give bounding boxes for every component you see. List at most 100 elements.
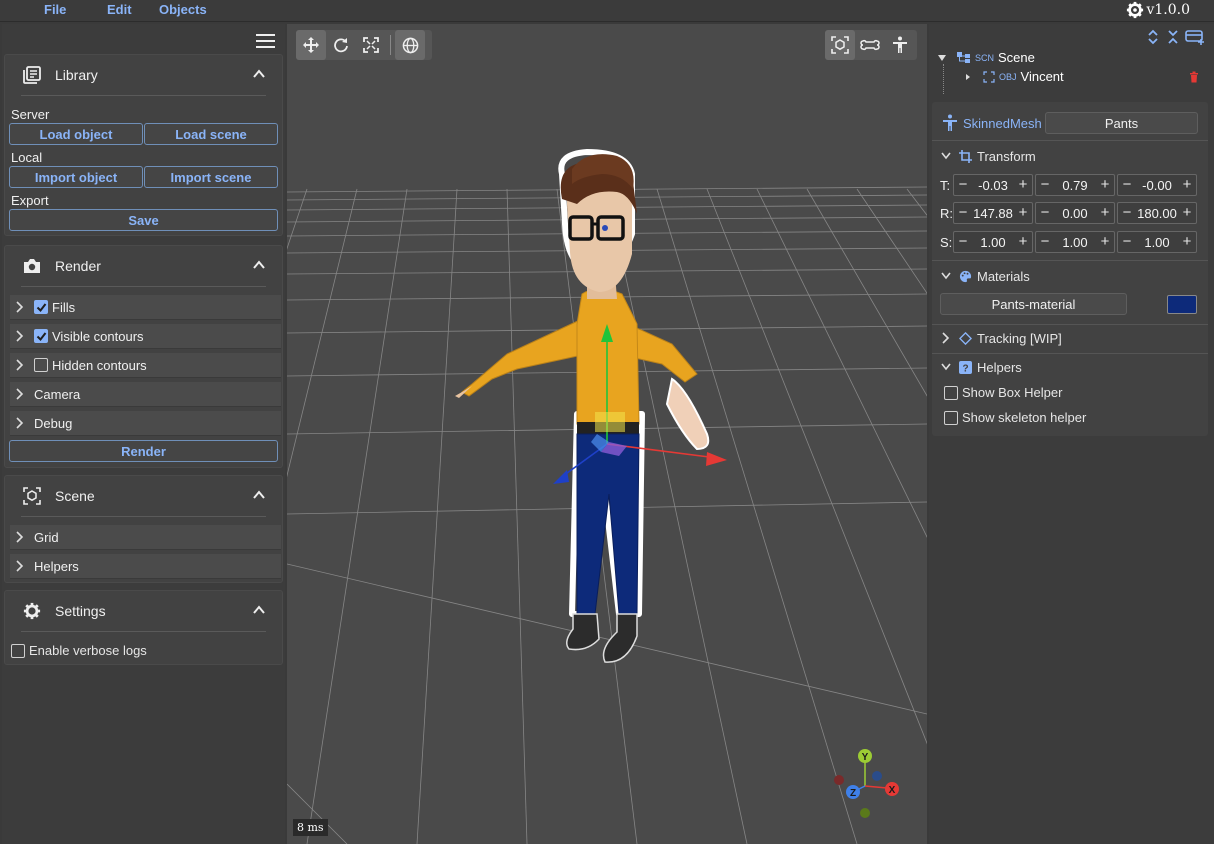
increment-icon[interactable]: + xyxy=(1099,204,1111,222)
bone-icon[interactable] xyxy=(855,30,885,60)
chevron-right-icon[interactable] xyxy=(10,417,30,429)
tracking-header[interactable]: Tracking [WIP] xyxy=(932,324,1208,352)
increment-icon[interactable]: + xyxy=(1017,176,1029,194)
decrement-icon[interactable]: − xyxy=(1121,204,1133,222)
increment-icon[interactable]: + xyxy=(1181,176,1193,194)
increment-icon[interactable]: + xyxy=(1017,233,1029,251)
helpers-header[interactable]: ? Helpers xyxy=(932,353,1208,381)
import-scene-button[interactable]: Import scene xyxy=(144,166,278,188)
scene-item-helpers[interactable]: Helpers xyxy=(10,554,281,579)
3d-viewport[interactable]: Y X Z 8 ms xyxy=(287,24,927,844)
chevron-right-icon[interactable] xyxy=(10,359,30,371)
rotation-z-stepper[interactable]: −180.00 + xyxy=(1117,202,1197,224)
chevron-up-icon[interactable] xyxy=(252,258,266,272)
rotation-x-stepper[interactable]: −147.88 + xyxy=(953,202,1033,224)
render-item-hidden-contours[interactable]: Hidden contours xyxy=(10,353,281,378)
decrement-icon[interactable]: − xyxy=(1039,233,1051,251)
import-object-button[interactable]: Import object xyxy=(9,166,143,188)
scale-z-stepper[interactable]: −1.00 + xyxy=(1117,231,1197,253)
decrement-icon[interactable]: − xyxy=(957,176,969,194)
rotation-y-stepper[interactable]: −0.00 + xyxy=(1035,202,1115,224)
show-skeleton-helper-checkbox[interactable] xyxy=(944,410,958,425)
increment-icon[interactable]: + xyxy=(1181,233,1193,251)
chevron-right-icon[interactable] xyxy=(10,388,30,400)
chevron-up-icon[interactable] xyxy=(252,67,266,81)
show-box-helper-checkbox[interactable] xyxy=(944,385,958,400)
hamburger-menu-icon[interactable] xyxy=(256,34,275,48)
decrement-icon[interactable]: − xyxy=(1121,233,1133,251)
caret-right-icon[interactable] xyxy=(965,73,971,81)
rotation-x-value[interactable]: 147.88 xyxy=(973,206,1013,221)
verbose-logs-option[interactable]: Enable verbose logs xyxy=(11,643,147,658)
settings-header[interactable]: Settings xyxy=(5,591,282,631)
caret-down-icon[interactable] xyxy=(937,54,947,62)
translation-y-value[interactable]: 0.79 xyxy=(1062,178,1087,193)
increment-icon[interactable]: + xyxy=(1099,176,1111,194)
material-name-button[interactable]: Pants-material xyxy=(940,293,1127,315)
translation-x-stepper[interactable]: − -0.03 + xyxy=(953,174,1033,196)
chevron-down-icon[interactable] xyxy=(941,152,951,160)
menu-objects[interactable]: Objects xyxy=(159,2,207,17)
translation-z-value[interactable]: -0.00 xyxy=(1142,178,1172,193)
chevron-up-icon[interactable] xyxy=(252,488,266,502)
hidden-contours-checkbox[interactable] xyxy=(34,358,48,372)
tree-node-vincent[interactable]: OBJ Vincent xyxy=(965,69,1064,84)
rotate-tool-icon[interactable] xyxy=(326,30,356,60)
render-item-visible-contours[interactable]: Visible contours xyxy=(10,324,281,349)
translation-y-stepper[interactable]: −0.79 + xyxy=(1035,174,1115,196)
visible-contours-checkbox[interactable] xyxy=(34,329,48,343)
scene-item-grid[interactable]: Grid xyxy=(10,525,281,550)
save-button[interactable]: Save xyxy=(9,209,278,231)
chevron-down-icon[interactable] xyxy=(941,363,951,371)
scale-x-stepper[interactable]: −1.00 + xyxy=(953,231,1033,253)
move-tool-icon[interactable] xyxy=(296,30,326,60)
add-panel-icon[interactable] xyxy=(1185,29,1205,45)
decrement-icon[interactable]: − xyxy=(1121,176,1133,194)
delete-icon[interactable] xyxy=(1189,71,1199,83)
scene-header[interactable]: Scene xyxy=(5,476,282,516)
scale-y-value[interactable]: 1.00 xyxy=(1062,235,1087,250)
tree-node-scene[interactable]: SCN Scene xyxy=(937,50,1035,65)
increment-icon[interactable]: + xyxy=(1099,233,1111,251)
chevron-right-icon[interactable] xyxy=(10,560,30,572)
transform-header[interactable]: Transform xyxy=(932,142,1208,170)
pose-figure-icon[interactable] xyxy=(885,30,915,60)
translation-z-stepper[interactable]: − -0.00 + xyxy=(1117,174,1197,196)
increment-icon[interactable]: + xyxy=(1181,204,1193,222)
library-header[interactable]: Library xyxy=(5,55,282,95)
scale-tool-icon[interactable] xyxy=(356,30,386,60)
increment-icon[interactable]: + xyxy=(1017,204,1029,222)
decrement-icon[interactable]: − xyxy=(1039,204,1051,222)
chevron-up-icon[interactable] xyxy=(252,603,266,617)
translation-x-value[interactable]: -0.03 xyxy=(978,178,1008,193)
fills-checkbox[interactable] xyxy=(34,300,48,314)
object-name-field[interactable]: Pants xyxy=(1045,112,1198,134)
show-box-helper-option[interactable]: Show Box Helper xyxy=(944,385,1062,400)
render-item-camera[interactable]: Camera xyxy=(10,382,281,407)
render-button[interactable]: Render xyxy=(9,440,278,462)
chevron-right-icon[interactable] xyxy=(942,332,950,344)
render-header[interactable]: Render xyxy=(5,246,282,286)
render-item-debug[interactable]: Debug xyxy=(10,411,281,436)
chevron-down-icon[interactable] xyxy=(941,272,951,280)
show-skeleton-helper-option[interactable]: Show skeleton helper xyxy=(944,410,1086,425)
chevron-right-icon[interactable] xyxy=(10,531,30,543)
rotation-y-value[interactable]: 0.00 xyxy=(1062,206,1087,221)
load-object-button[interactable]: Load object xyxy=(9,123,143,145)
material-color-swatch[interactable] xyxy=(1167,295,1197,314)
materials-header[interactable]: Materials xyxy=(932,262,1208,290)
chevron-right-icon[interactable] xyxy=(10,330,30,342)
scale-z-value[interactable]: 1.00 xyxy=(1144,235,1169,250)
menu-edit[interactable]: Edit xyxy=(107,2,132,17)
menu-file[interactable]: File xyxy=(44,2,66,17)
scale-x-value[interactable]: 1.00 xyxy=(980,235,1005,250)
focus-object-icon[interactable] xyxy=(825,30,855,60)
render-item-fills[interactable]: Fills xyxy=(10,295,281,320)
decrement-icon[interactable]: − xyxy=(957,233,969,251)
expand-all-icon[interactable] xyxy=(1147,29,1159,45)
chevron-right-icon[interactable] xyxy=(10,301,30,313)
collapse-all-icon[interactable] xyxy=(1167,29,1179,45)
verbose-logs-checkbox[interactable] xyxy=(11,643,25,658)
load-scene-button[interactable]: Load scene xyxy=(144,123,278,145)
decrement-icon[interactable]: − xyxy=(1039,176,1051,194)
